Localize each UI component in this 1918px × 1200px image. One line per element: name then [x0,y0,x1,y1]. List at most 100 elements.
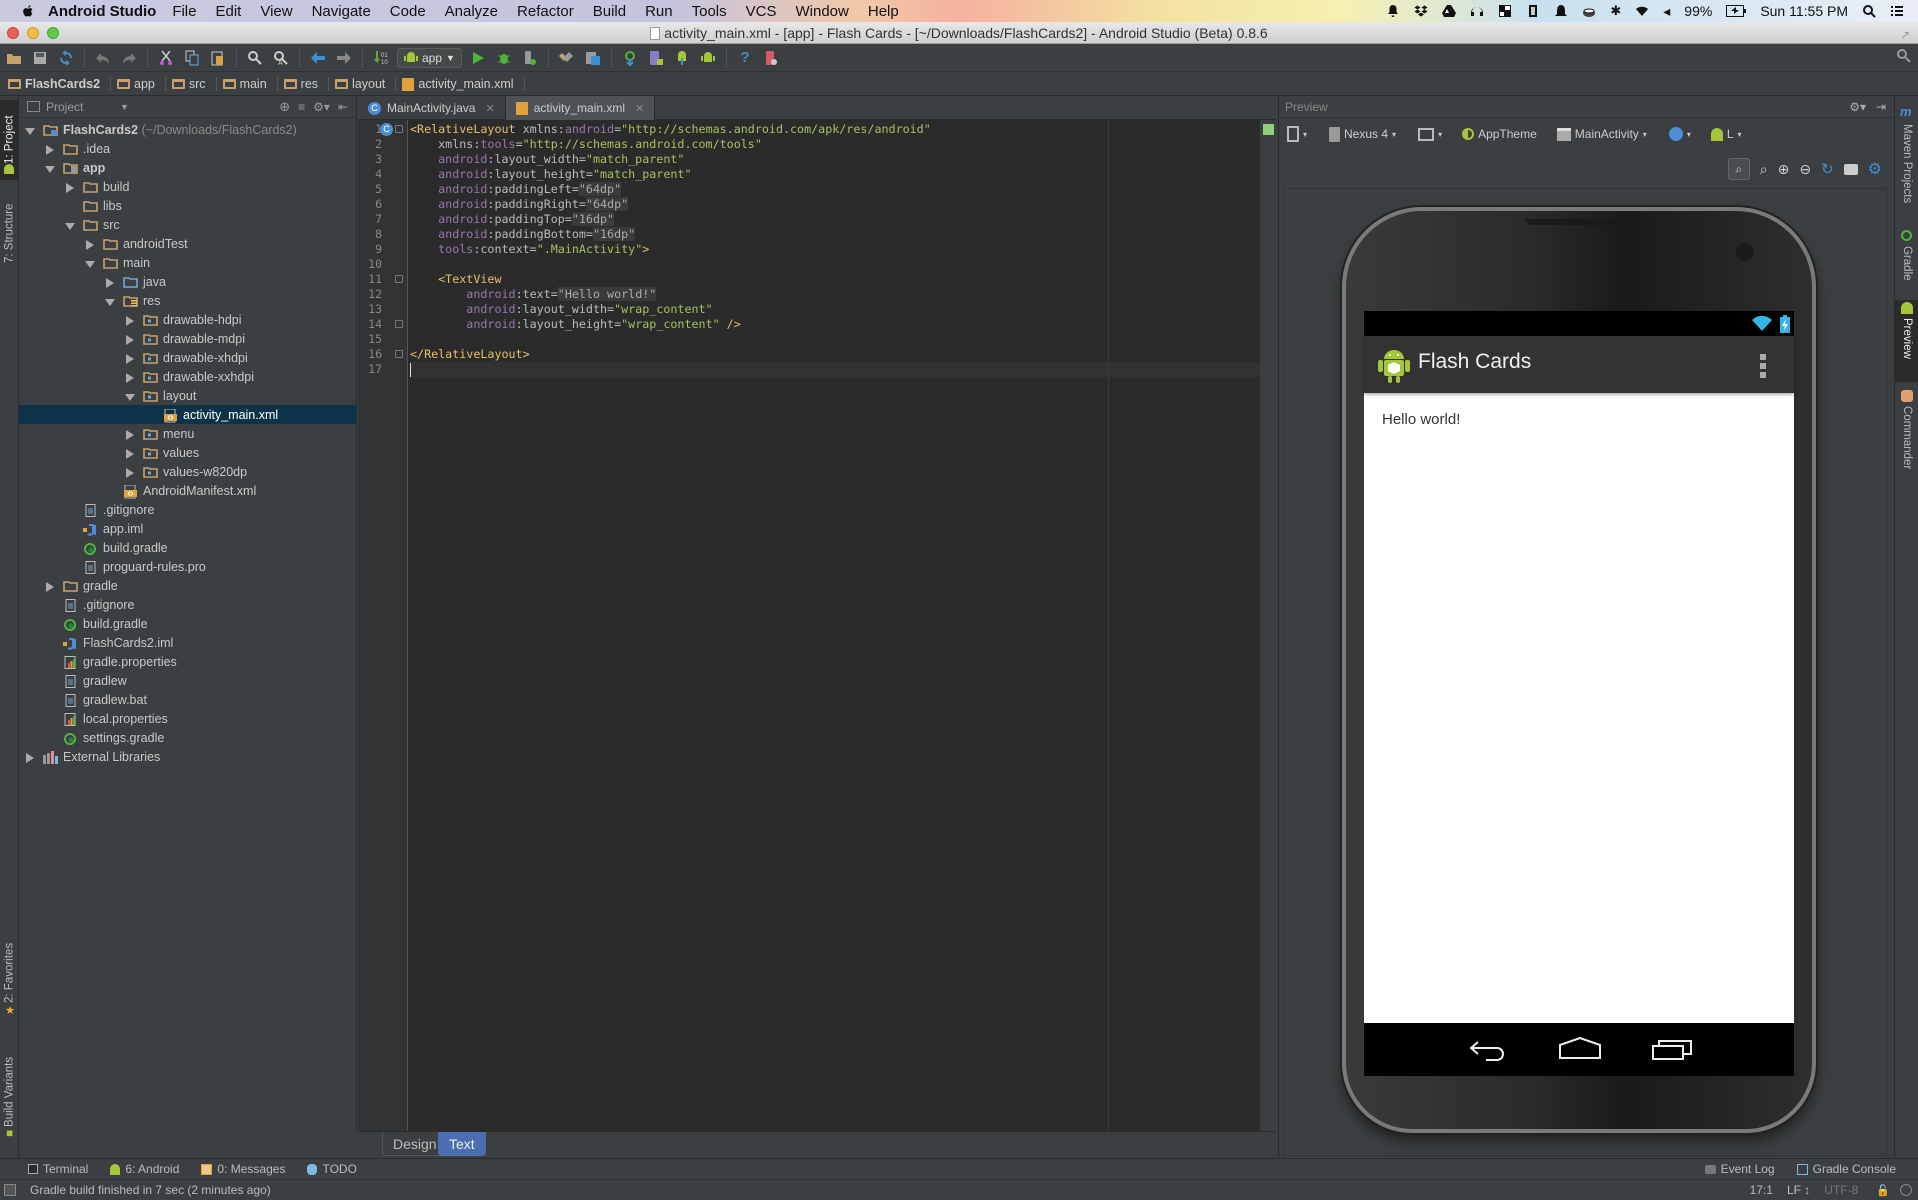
tree-item[interactable]: FlashCards2 (~/Downloads/FlashCards2) [19,120,357,139]
tab-text[interactable]: Text [438,1132,486,1156]
collapsed-arrow-icon[interactable] [125,429,135,440]
tab-activity-main-xml[interactable]: activity_main.xml ✕ [505,96,656,120]
save-all-icon[interactable] [30,48,50,68]
tree-item[interactable]: drawable-xxhdpi [19,367,357,386]
collapsed-arrow-icon[interactable] [125,448,135,459]
tree-item[interactable]: drawable-xhdpi [19,348,357,367]
tool-tab-favorites[interactable]: ★ 2: Favorites [0,932,19,1028]
project-structure-icon[interactable] [557,48,577,68]
tree-item[interactable]: .idea [19,139,357,158]
run-configuration-select[interactable]: app ▼ [397,47,462,68]
breadcrumb-item[interactable]: FlashCards2 [8,77,112,91]
tab-main-activity-java[interactable]: C MainActivity.java ✕ [358,96,506,120]
open-folder-icon[interactable] [4,48,24,68]
paste-icon[interactable] [208,48,228,68]
tree-item[interactable]: proguard-rules.pro [19,557,357,576]
collapsed-arrow-icon[interactable] [65,182,75,193]
expanded-arrow-icon[interactable] [45,163,55,173]
activity-select[interactable]: MainActivity [1575,127,1639,141]
zoom-to-fit-icon[interactable]: ⌕ [1727,158,1750,180]
window-manager-icon[interactable] [1498,4,1512,18]
options-gear-icon[interactable]: ⚙ [1868,159,1882,179]
breadcrumb-item[interactable]: src [171,77,217,91]
debug-icon[interactable] [494,48,514,68]
code-line[interactable]: android:layout_width="wrap_content" [410,302,1260,317]
encoding-select[interactable]: UTF-8 [1824,1183,1858,1197]
breadcrumb-item[interactable]: activity_main.xml [402,77,525,91]
bluetooth-icon[interactable]: ✱ [1610,3,1621,19]
undo-icon[interactable] [93,48,113,68]
menu-file[interactable]: File [172,3,196,20]
project-view-select[interactable]: Project [46,100,116,114]
notification-center-icon[interactable] [1890,4,1904,18]
tree-item[interactable]: gradle.properties [19,652,357,671]
close-tab-icon[interactable]: ✕ [635,102,644,115]
fullscreen-icon[interactable]: ↗ [1900,24,1910,46]
app-menu[interactable]: Android Studio [48,3,156,20]
synchronize-icon[interactable] [56,48,76,68]
tree-item[interactable]: gradle [19,576,357,595]
menu-navigate[interactable]: Navigate [312,3,371,20]
menu-code[interactable]: Code [390,3,426,20]
line-separator-select[interactable]: LF ↕ [1787,1183,1810,1197]
expanded-arrow-icon[interactable] [125,391,135,401]
scroll-from-source-icon[interactable]: ⊕ [279,99,290,115]
settings-gear-icon[interactable]: ⚙▾ [1849,96,1866,118]
zoom-in-icon[interactable]: ⊕ [1778,161,1790,178]
zoom-window-button[interactable] [47,27,59,39]
collapsed-arrow-icon[interactable] [85,239,95,250]
collapsed-arrow-icon[interactable] [125,467,135,478]
attach-debugger-icon[interactable] [520,48,540,68]
code-line[interactable] [410,332,1260,347]
code-line[interactable]: </RelativeLayout> [410,347,1260,362]
cut-icon[interactable] [156,48,176,68]
tree-item[interactable]: FlashCards2.iml [19,633,357,652]
avd-manager-icon[interactable] [646,48,666,68]
code-line[interactable]: android:layout_height="match_parent" [410,167,1260,182]
tree-item[interactable]: activity_main.xml [19,405,357,424]
tree-item[interactable]: values-w820dp [19,462,357,481]
battery-icon[interactable] [1726,5,1747,17]
volume-icon[interactable]: ◂ [1663,3,1670,20]
notification-bell-icon[interactable] [1386,4,1400,18]
menu-refactor[interactable]: Refactor [517,3,574,20]
tree-item[interactable]: External Libraries [19,747,357,766]
battery-percent[interactable]: 99% [1684,3,1712,19]
no-problems-indicator[interactable] [1263,124,1274,135]
android-device-monitor-icon[interactable] [698,48,718,68]
tree-item[interactable]: AndroidManifest.xml [19,481,357,500]
configuration-icon[interactable] [1287,126,1299,142]
tree-item[interactable]: java [19,272,357,291]
locale-globe-icon[interactable] [1668,127,1683,141]
tree-item[interactable]: menu [19,424,357,443]
tree-item[interactable]: .gitignore [19,595,357,614]
help-icon[interactable]: ? [735,48,755,68]
code-fold-icon[interactable] [395,320,403,328]
tree-item[interactable]: build.gradle [19,538,357,557]
tool-tab-gradle[interactable]: Gradle [1895,242,1918,294]
spotlight-search-icon[interactable] [1862,4,1876,18]
redo-icon[interactable] [119,48,139,68]
code-line[interactable]: <TextView [410,272,1260,287]
hector-inspector-icon[interactable] [1900,1184,1912,1196]
tree-item[interactable]: app [19,158,357,177]
tree-item[interactable]: libs [19,196,357,215]
expanded-arrow-icon[interactable] [25,125,35,135]
screenshot-camera-icon[interactable] [1843,163,1858,175]
tree-item[interactable]: local.properties [19,709,357,728]
tree-item[interactable]: drawable-hdpi [19,310,357,329]
code-line[interactable]: android:paddingLeft="64dp" [410,182,1260,197]
status-message[interactable]: Gradle build finished in 7 sec (2 minute… [30,1183,271,1197]
menu-help[interactable]: Help [868,3,899,20]
code-line[interactable]: android:layout_height="wrap_content" /> [410,317,1260,332]
tree-item[interactable]: gradlew.bat [19,690,357,709]
google-drive-icon[interactable] [1442,4,1457,18]
collapsed-arrow-icon[interactable] [25,752,35,763]
find-icon[interactable] [245,48,265,68]
collapsed-arrow-icon[interactable] [45,144,55,155]
presentation-mode-icon[interactable] [761,48,781,68]
headphones-icon[interactable] [1470,4,1484,18]
dropbox-icon[interactable] [1414,4,1428,18]
menu-vcs[interactable]: VCS [746,3,777,20]
expanded-arrow-icon[interactable] [105,296,115,306]
